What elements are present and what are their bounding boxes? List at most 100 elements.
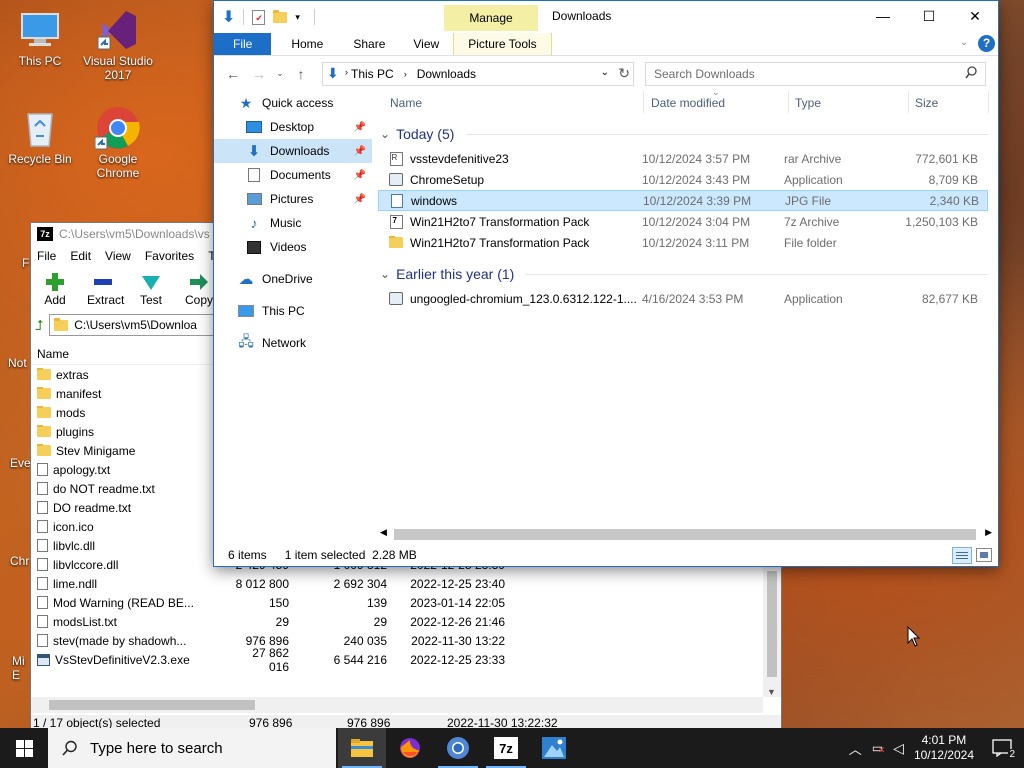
menu-file[interactable]: File — [37, 249, 56, 263]
check-arrow-icon — [135, 271, 167, 293]
test-button[interactable]: Test — [135, 271, 167, 307]
scroll-down-icon[interactable]: ▼ — [767, 687, 776, 697]
details-view-icon[interactable] — [952, 547, 972, 564]
manage-context-tab[interactable]: Manage — [444, 5, 538, 31]
clock[interactable]: 4:01 PM 10/12/2024 — [914, 733, 974, 763]
back-arrow-icon[interactable]: ← — [220, 66, 246, 82]
file-list: Name ⌄ Date modified Type Size ⌄ Today (5… — [378, 87, 989, 544]
large-icons-view-icon[interactable] — [976, 548, 992, 562]
new-folder-icon[interactable] — [273, 9, 288, 23]
close-button[interactable]: ✕ — [952, 1, 998, 31]
copy-button[interactable]: Copy — [183, 271, 215, 307]
scroll-left-icon[interactable]: ◀ — [380, 527, 387, 538]
table-row[interactable]: stev(made by shadowh... 976 896 240 035 202… — [31, 631, 781, 650]
breadcrumb-this-pc[interactable]: This PC — [351, 67, 394, 81]
minimize-button[interactable]: — — [860, 1, 906, 31]
tab-picture-tools[interactable]: Picture Tools — [453, 33, 552, 55]
list-item[interactable]: ChromeSetup 10/12/2024 3:43 PM Application… — [378, 169, 988, 190]
list-item[interactable]: Win21H2to7 Transformation Pack 10/12/2024… — [378, 232, 988, 253]
taskbar-photos[interactable] — [530, 728, 578, 768]
group-header[interactable]: ⌄ Earlier this year (1) — [378, 263, 988, 285]
menu-edit[interactable]: Edit — [70, 249, 91, 263]
pin-icon[interactable]: 📌 — [354, 194, 366, 205]
help-icon[interactable]: ? — [978, 35, 995, 52]
separator — [313, 9, 315, 25]
taskbar: Type here to search 7z ︿ ▭ ✕ ◁ 4:01 PM 10… — [0, 728, 1024, 768]
horizontal-scrollbar[interactable] — [31, 697, 763, 713]
address-bar[interactable]: ⬇ › This PC › Downloads ⌄ ↻ — [322, 62, 634, 86]
notification-center-icon[interactable]: 2 — [992, 739, 1016, 760]
sidebar-item-this-pc[interactable]: This PC — [214, 299, 372, 323]
network-disconnected-icon[interactable]: ▭ ✕ — [872, 741, 886, 755]
taskbar-file-explorer[interactable] — [338, 728, 386, 768]
row-name: libvlc.dll — [31, 539, 231, 553]
sidebar-item-music[interactable]: ♪ Music — [214, 211, 372, 235]
tab-file[interactable]: File — [214, 33, 272, 55]
column-size[interactable]: Size — [915, 96, 938, 110]
tab-home[interactable]: Home — [271, 33, 337, 55]
sidebar-item-label: Desktop — [270, 120, 315, 134]
sidebar-item-quick-access[interactable]: ★ Quick access — [214, 91, 372, 115]
start-button[interactable] — [0, 728, 48, 768]
sidebar-item-network[interactable]: 🖧 Network — [214, 331, 372, 355]
column-name[interactable]: Name — [37, 347, 69, 361]
column-type[interactable]: Type — [795, 96, 821, 110]
desktop-icon-recycle-bin[interactable]: Recycle Bin — [2, 106, 78, 166]
ribbon-expand-icon[interactable]: ⌄ — [960, 37, 968, 48]
address-dropdown-icon[interactable]: ⌄ — [601, 67, 609, 78]
recent-chevron-icon[interactable]: ⌄ — [272, 68, 288, 79]
sidebar-item-pictures[interactable]: Pictures 📌 — [214, 187, 372, 211]
column-date-modified[interactable]: Date modified — [651, 96, 725, 110]
speaker-icon[interactable]: ◁ — [893, 740, 904, 757]
breadcrumb-downloads[interactable]: Downloads — [417, 67, 476, 81]
extract-button[interactable]: Extract — [87, 271, 124, 307]
taskbar-firefox[interactable] — [386, 728, 434, 768]
list-item[interactable]: ungoogled-chromium_123.0.6312.122-1.... 4… — [378, 288, 988, 309]
add-button[interactable]: Add — [39, 271, 71, 307]
sidebar-item-onedrive[interactable]: ☁ OneDrive — [214, 267, 372, 291]
pin-icon[interactable]: 📌 — [354, 170, 366, 181]
refresh-icon[interactable]: ↻ — [618, 65, 630, 82]
properties-icon[interactable]: ✔ — [252, 9, 266, 25]
list-item[interactable]: Rvsstevdefenitive23 10/12/2024 3:57 PM rar… — [378, 148, 988, 169]
vertical-scrollbar[interactable]: ▼ — [763, 565, 781, 697]
forward-arrow-icon[interactable]: → — [246, 66, 272, 82]
navigation-pane: ★ Quick access Desktop 📌 ⬇ Downloads 📌 Document… — [214, 91, 372, 544]
tray-chevron-up-icon[interactable]: ︿ — [849, 739, 862, 758]
sidebar-item-downloads[interactable]: ⬇ Downloads 📌 — [214, 139, 372, 163]
sidebar-item-documents[interactable]: Documents 📌 — [214, 163, 372, 187]
column-name[interactable]: Name — [390, 96, 422, 110]
menu-favorites[interactable]: Favorites — [145, 249, 194, 263]
customize-chevron-icon[interactable]: ▾ — [295, 12, 300, 23]
taskbar-chromium[interactable] — [434, 728, 482, 768]
sidebar-item-videos[interactable]: Videos — [214, 235, 372, 259]
up-folder-icon[interactable]: ⮥ — [35, 317, 43, 334]
row-name: modsList.txt — [31, 615, 231, 629]
scroll-right-icon[interactable]: ▶ — [985, 527, 992, 538]
tab-share[interactable]: Share — [337, 33, 399, 55]
explorer-window[interactable]: ⬇ ✔ ▾ Manage Downloads — ☐ ✕ File Home S… — [213, 0, 999, 567]
explorer-titlebar[interactable]: ⬇ ✔ ▾ Manage Downloads — ☐ ✕ — [214, 1, 998, 33]
table-row[interactable]: VsStevDefinitiveV2.3.exe 27 862 016 6 544 … — [31, 646, 781, 674]
search-input[interactable]: Search Downloads — [645, 62, 986, 86]
pin-icon[interactable]: 📌 — [354, 122, 366, 133]
desktop-icon-this-pc[interactable]: This PC — [2, 8, 78, 68]
taskbar-search-input[interactable]: Type here to search — [48, 728, 336, 768]
table-row[interactable]: lime.ndll 8 012 800 2 692 304 2022-12-25 23… — [31, 574, 781, 593]
maximize-button[interactable]: ☐ — [906, 1, 952, 31]
up-arrow-icon[interactable]: ↑ — [288, 66, 314, 82]
table-row[interactable]: modsList.txt 29 29 2022-12-26 21:46 — [31, 612, 781, 631]
download-arrow-icon[interactable]: ⬇ — [222, 7, 235, 27]
desktop-icon-visual-studio[interactable]: Visual Studio 2017 — [80, 8, 156, 82]
list-item[interactable]: windows 10/12/2024 3:39 PM JPG File 2,340 K… — [378, 190, 988, 211]
menu-view[interactable]: View — [105, 249, 131, 263]
sidebar-item-desktop[interactable]: Desktop 📌 — [214, 115, 372, 139]
desktop-icon-google-chrome[interactable]: Google Chrome — [80, 106, 156, 180]
tab-view[interactable]: View — [399, 33, 453, 55]
group-header[interactable]: ⌄ Today (5) — [378, 123, 988, 145]
taskbar-7zip[interactable]: 7z — [482, 728, 530, 768]
horizontal-scrollbar[interactable]: ◀ ▶ — [378, 526, 994, 543]
pin-icon[interactable]: 📌 — [354, 146, 366, 157]
list-item[interactable]: 7 Win21H2to7 Transformation Pack 10/12/202… — [378, 211, 988, 232]
table-row[interactable]: Mod Warning (READ BE... 150 139 2023-01-14 … — [31, 593, 781, 612]
